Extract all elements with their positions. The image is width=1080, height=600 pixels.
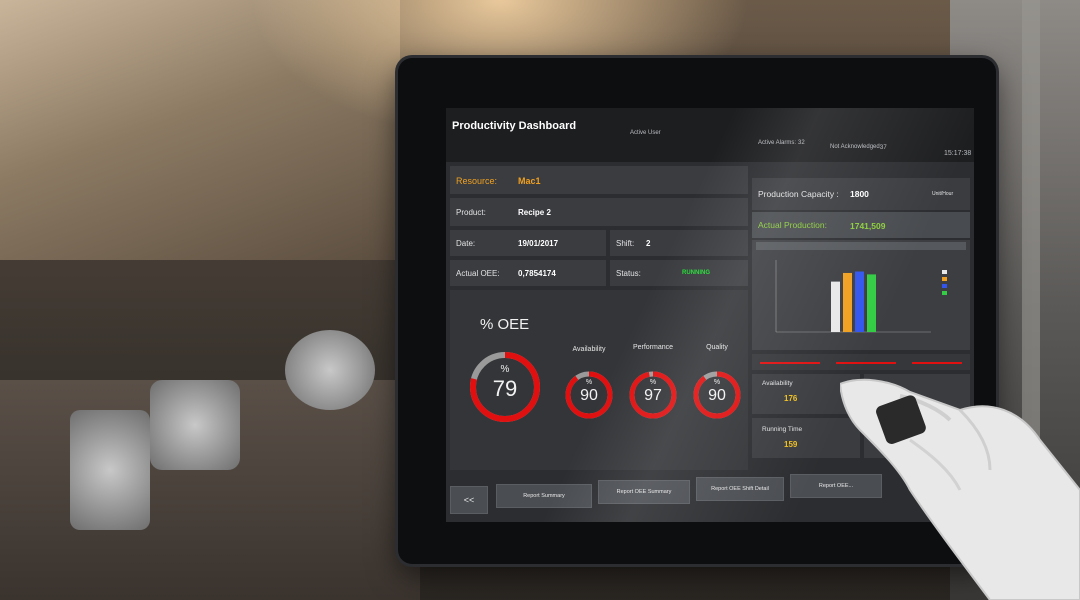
back-button[interactable]: << [450, 486, 488, 514]
production-capacity-row: Production Capacity : 1800 Unit/Hour [752, 178, 970, 210]
availability-percent-sign: % [585, 379, 593, 386]
oee-gauge: % 79 [468, 350, 542, 424]
shift-value: 2 [646, 239, 651, 248]
not-acknowledged-label: Not Acknowledged: [830, 144, 882, 150]
progress-bar-3 [912, 362, 962, 364]
progress-bar-1 [760, 362, 820, 364]
chart-toolbar[interactable] [756, 242, 966, 250]
shift-row: Shift: 2 [610, 230, 748, 256]
performance-gauge: Performance % 97 [628, 344, 678, 420]
chart-bar-2 [843, 272, 852, 332]
oee-title: % OEE [480, 316, 530, 333]
oee-value: 79 [492, 376, 518, 401]
production-capacity-unit: Unit/Hour [932, 191, 954, 197]
availability-gauge: Availability % 90 [564, 346, 614, 420]
not-acknowledged-value: 37 [880, 145, 887, 151]
actual-production-row: Actual Production: 1741,509 [752, 212, 970, 238]
gloved-hand [840, 378, 1080, 600]
chart-bars [831, 271, 876, 332]
chart-bar-3 [855, 271, 864, 332]
production-chart-panel [752, 240, 970, 350]
status-label: Status: [616, 269, 641, 278]
active-alarms-value: 32 [798, 140, 805, 146]
report-summary-button[interactable]: Report Summary [496, 484, 592, 508]
active-alarms-label: Active Alarms: [758, 140, 797, 146]
running-time-label: Running Time [762, 426, 803, 433]
production-capacity-value: 1800 [850, 189, 869, 199]
chart-bar-1 [831, 281, 840, 332]
actual-oee-value: 0,7854174 [518, 269, 556, 278]
product-row: Product: Recipe 2 [450, 198, 748, 226]
report-oee-shift-detail-button[interactable]: Report OEE Shift Detail [696, 477, 784, 501]
availability-label: Availability [572, 346, 606, 353]
oee-percent-sign: % [500, 364, 510, 375]
product-label: Product: [456, 208, 486, 217]
performance-percent-sign: % [649, 379, 657, 386]
clock: 15:17:38 [944, 150, 972, 157]
metal-pipe [70, 410, 150, 530]
availability-time-label: Availability [762, 380, 793, 387]
actual-production-value: 1741,509 [850, 221, 886, 231]
status-badge: RUNNING [682, 270, 710, 276]
progress-strip [752, 354, 970, 370]
progress-bar-2 [836, 362, 896, 364]
metal-drum [150, 380, 240, 470]
chart-axes [775, 260, 931, 333]
quality-label: Quality [706, 344, 728, 351]
active-user-label: Active User [630, 130, 661, 136]
availability-value: 90 [580, 387, 598, 404]
chart-legend [942, 270, 947, 295]
running-time-value: 159 [784, 440, 798, 449]
resource-row: Resource: Mac1 [450, 166, 748, 194]
chart-legend-swatch-2 [942, 277, 947, 281]
production-capacity-label: Production Capacity : [758, 189, 839, 199]
performance-label: Performance [632, 344, 674, 351]
date-value: 19/01/2017 [518, 239, 559, 248]
quality-value: 90 [708, 387, 726, 404]
steel-coil [285, 330, 375, 410]
top-bar: Productivity Dashboard Active User Activ… [446, 108, 974, 162]
resource-value: Mac1 [518, 176, 541, 186]
oee-gauges-panel: % OEE % 79 Availability % 90 Performance… [450, 290, 748, 470]
actual-production-label: Actual Production: [758, 220, 827, 230]
resource-label: Resource: [456, 176, 498, 186]
chart-legend-swatch-1 [942, 270, 947, 274]
actual-oee-row: Actual OEE: 0,7854174 [450, 260, 606, 286]
chart-legend-swatch-3 [942, 284, 947, 288]
product-value: Recipe 2 [518, 208, 551, 217]
bar-chart [775, 260, 947, 333]
report-oee-summary-button[interactable]: Report OEE Summary [598, 480, 690, 504]
actual-oee-label: Actual OEE: [456, 269, 500, 278]
quality-percent-sign: % [713, 379, 721, 386]
chart-bar-4 [867, 274, 876, 332]
page-title: Productivity Dashboard [452, 120, 577, 132]
availability-time-value: 176 [784, 394, 798, 403]
shift-label: Shift: [616, 239, 635, 248]
status-row: Status: RUNNING [610, 260, 748, 286]
chart-legend-swatch-4 [942, 291, 947, 295]
performance-value: 97 [644, 387, 662, 404]
date-label: Date: [456, 239, 476, 248]
quality-gauge: Quality % 90 [692, 344, 742, 420]
date-row: Date: 19/01/2017 [450, 230, 606, 256]
